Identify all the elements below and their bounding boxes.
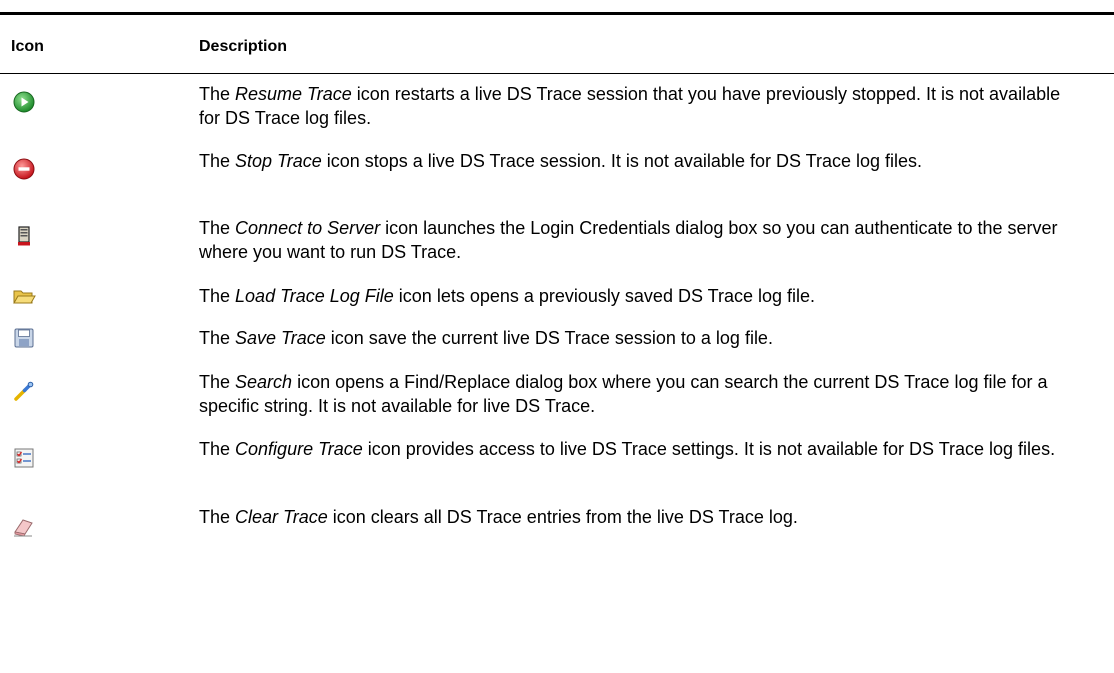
header-description: Description [199, 38, 288, 55]
table-header-row: Icon Description [0, 15, 1114, 74]
clear-trace-icon [12, 514, 36, 538]
load-trace-log-file-icon [12, 284, 36, 308]
icon-name: Clear Trace [235, 507, 328, 527]
header-rule [0, 73, 1114, 74]
icon-name: Search [235, 372, 293, 392]
row-description: The Load Trace Log File icon lets opens … [199, 286, 816, 306]
row-description: The Search icon opens a Find/Replace dia… [199, 372, 1048, 416]
row-description: The Connect to Server icon launches the … [199, 218, 1058, 262]
row-description: The Save Trace icon save the current liv… [199, 328, 773, 348]
icon-name: Load Trace Log File [235, 286, 394, 306]
resume-trace-icon [12, 90, 36, 114]
row-description: The Stop Trace icon stops a live DS Trac… [199, 151, 923, 171]
icon-name: Stop Trace [235, 151, 322, 171]
row-description: The Configure Trace icon provides access… [199, 439, 1056, 459]
icon-name: Configure Trace [235, 439, 363, 459]
icon-name: Save Trace [235, 328, 326, 348]
icon-name: Resume Trace [235, 84, 352, 104]
search-icon [12, 379, 36, 403]
save-trace-icon [12, 326, 36, 350]
row-description: The Clear Trace icon clears all DS Trace… [199, 507, 798, 527]
connect-to-server-icon [12, 224, 36, 248]
icon-name: Connect to Server [235, 218, 381, 238]
configure-trace-icon [12, 446, 36, 470]
header-icon: Icon [11, 38, 44, 55]
stop-trace-icon [12, 157, 36, 181]
row-description: The Resume Trace icon restarts a live DS… [199, 84, 1061, 128]
